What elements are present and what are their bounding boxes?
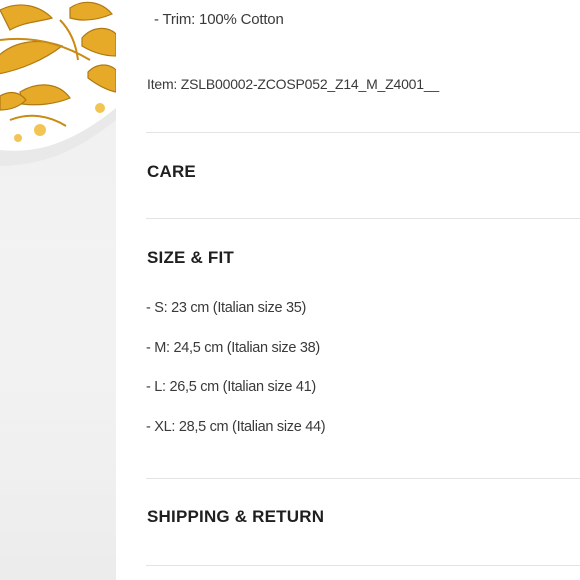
size-fit-item-xl: - XL: 28,5 cm (Italian size 44) [146,419,326,435]
composition-trim: - Trim: 100% Cotton [154,11,284,28]
size-fit-item-m: - M: 24,5 cm (Italian size 38) [146,340,320,356]
divider [146,565,580,566]
product-image[interactable] [0,0,116,580]
section-shipping-return-header[interactable]: SHIPPING & RETURN [147,507,324,527]
baroque-pattern-image [0,0,116,580]
divider [146,218,580,219]
section-size-fit-header[interactable]: SIZE & FIT [147,248,234,268]
divider [146,132,580,133]
divider [146,478,580,479]
section-care-header[interactable]: CARE [147,162,196,182]
item-code: Item: ZSLB00002-ZCOSP052_Z14_M_Z4001__ [147,76,440,92]
product-details-panel: - Trim: 100% Cotton Item: ZSLB00002-ZCOS… [116,0,580,580]
size-fit-item-l: - L: 26,5 cm (Italian size 41) [146,379,316,395]
size-fit-item-s: - S: 23 cm (Italian size 35) [146,300,307,316]
product-details-page: - Trim: 100% Cotton Item: ZSLB00002-ZCOS… [0,0,580,580]
